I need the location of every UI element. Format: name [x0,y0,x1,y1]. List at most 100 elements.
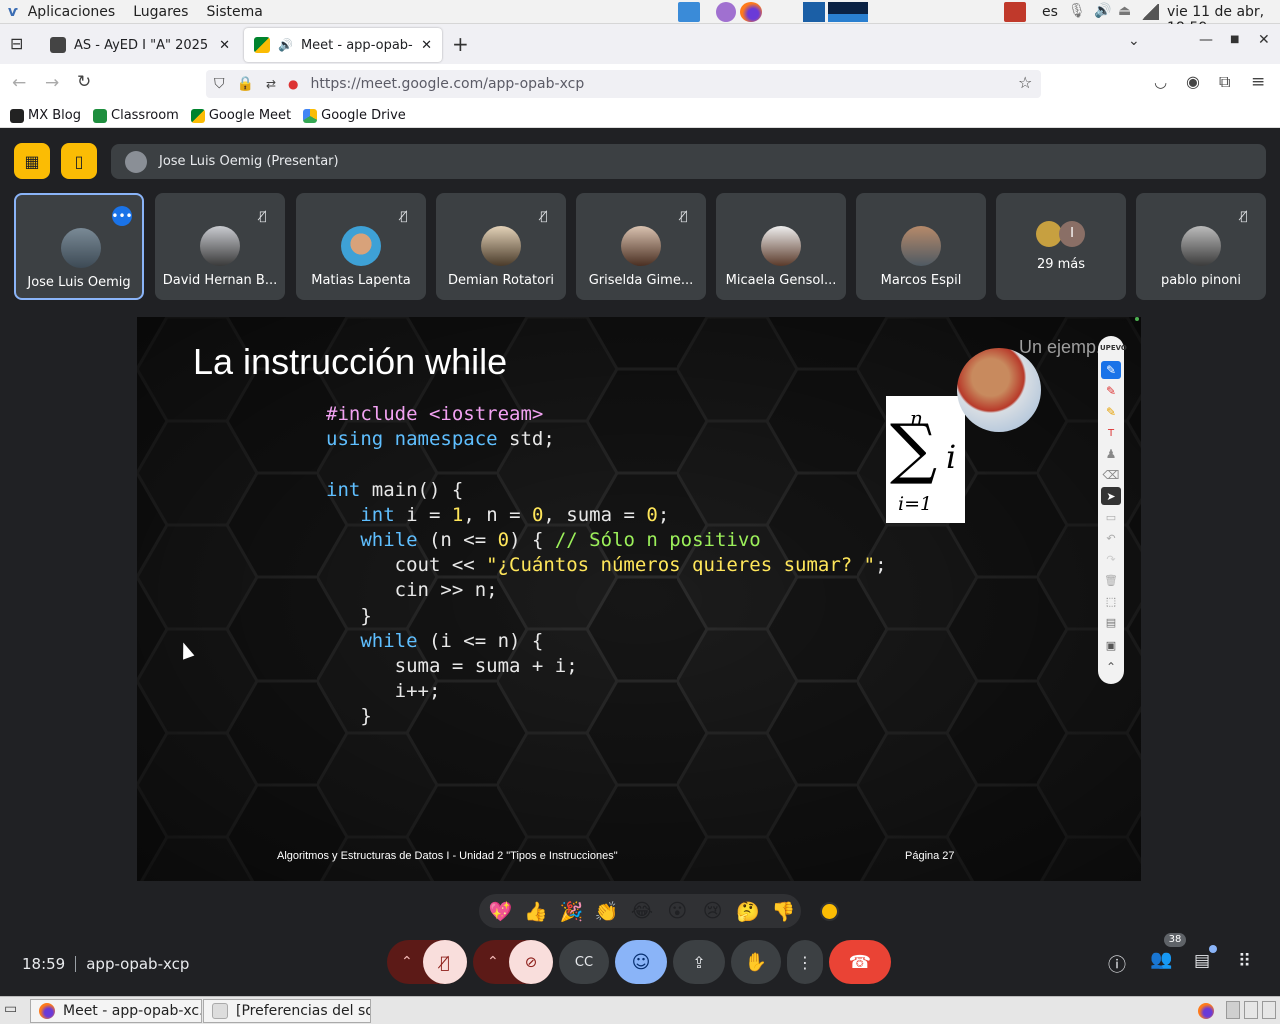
reaction-thumbs-down[interactable]: 👎 [766,900,801,923]
permissions-icon[interactable]: ⇄ [266,77,276,91]
workspace-1[interactable] [1226,1001,1240,1019]
bookmark-mx-blog[interactable]: MX Blog [10,108,81,123]
reaction-party-popper[interactable]: 🎉 [554,900,589,923]
participant-tile[interactable]: 🎙̸ Matias Lapenta [296,193,426,300]
microphone-permission-icon[interactable]: ● [288,77,298,91]
keyboard-layout[interactable]: es [1042,4,1058,20]
microphone-icon[interactable]: 🎙 [1068,3,1086,19]
tab-meet[interactable]: 🔊 Meet - app-opab-xcp ✕ [244,28,442,62]
menu-icon[interactable]: ≡ [1251,72,1265,92]
more-participants-tile[interactable]: I 29 más [996,193,1126,300]
app-launcher-icon[interactable] [716,2,736,22]
firefox-icon[interactable] [740,2,762,22]
window-close-icon[interactable]: ✕ [1258,32,1270,48]
text-icon[interactable]: T [1101,424,1121,442]
url-bar[interactable]: ⛉ 🔒 ⇄ ● https://meet.google.com/app-opab… [206,70,1041,98]
minimize-icon[interactable]: — [1199,32,1213,48]
account-icon[interactable]: ◉ [1186,72,1200,91]
participant-tile[interactable]: 🎙̸ pablo pinoni [1136,193,1266,300]
camera-icon[interactable]: ▣ [1101,636,1121,654]
bookmark-google-meet[interactable]: Google Meet [190,108,291,123]
leave-call-button[interactable]: ☎ [829,940,891,984]
reaction-surprised[interactable]: 😮 [660,900,695,922]
meeting-details-icon[interactable]: ⓘ [1108,951,1126,977]
screenshot-icon[interactable]: ⬚ [1101,592,1121,610]
skin-tone-button[interactable] [820,902,839,921]
reaction-laughing[interactable]: 😂 [624,900,659,922]
camera-off-button[interactable]: ⊘ [509,940,553,984]
bookmark-classroom[interactable]: Classroom [93,108,179,123]
more-options-icon[interactable]: ••• [111,206,133,226]
workspace-3[interactable] [1262,1001,1276,1019]
bookmark-star-icon[interactable]: ☆ [1018,73,1032,92]
undo-icon[interactable]: ↶ [1101,529,1121,547]
url-text[interactable]: https://meet.google.com/app-opab-xcp [310,76,584,92]
pen-icon[interactable]: ✎ [1101,361,1121,379]
bookmark-google-drive[interactable]: Google Drive [303,108,406,123]
menu-aplicaciones[interactable]: Aplicaciones [28,4,115,20]
camera-options-chevron-icon[interactable]: ⌃ [487,954,499,970]
update-notifier-icon[interactable] [1004,2,1026,22]
reactions-button[interactable]: ☺ [615,940,667,984]
taskbar-item-meet[interactable]: Meet - app-opab-xc... [30,999,202,1023]
weather-icon[interactable] [678,2,700,22]
firefox-workspace-icon[interactable] [1198,1003,1214,1019]
reaction-clapping[interactable]: 👏 [589,900,624,923]
collapse-icon[interactable]: ⌃ [1101,658,1121,676]
eraser-icon[interactable]: ⌫ [1101,466,1121,484]
maximize-icon[interactable]: ■ [1230,34,1239,45]
shield-icon[interactable]: ⛉ [214,76,225,92]
reaction-thinking[interactable]: 🤔 [730,900,765,923]
audio-playing-icon[interactable]: 🔊 [278,38,293,52]
raise-hand-button[interactable]: ✋ [731,940,781,984]
marker-red-icon[interactable]: ✎ [1101,382,1121,400]
participant-tile[interactable]: ••• Jose Luis Oemig [14,193,144,300]
highlighter-icon[interactable]: ✎ [1101,403,1121,421]
extensions-icon[interactable]: ⧉ [1219,72,1230,92]
tab-close-icon[interactable]: ✕ [421,38,432,53]
reaction-crying[interactable]: 😢 [695,900,730,922]
participant-tile[interactable]: Marcos Espil [856,193,986,300]
participant-tile[interactable]: 🎙̸ Demian Rotatori [436,193,566,300]
reload-icon[interactable]: ↻ [77,72,91,92]
delete-icon[interactable]: 🗑 [1101,571,1121,589]
reaction-sparkling-heart[interactable]: 💖 [483,900,518,923]
whiteboard-icon[interactable]: ▤ [1101,613,1121,631]
eject-icon[interactable]: ⏏ [1118,3,1131,19]
new-tab-icon[interactable]: + [452,32,469,56]
mic-options-chevron-icon[interactable]: ⌃ [401,954,413,970]
redo-icon[interactable]: ↷ [1101,550,1121,568]
leave-presentation-button[interactable]: ▯ [61,143,97,179]
taskbar-item-preferences[interactable]: [Preferencias del son... [203,999,371,1023]
menu-lugares[interactable]: Lugares [133,4,188,20]
more-options-button[interactable]: ⋮ [787,940,823,984]
network-icon[interactable] [1141,4,1159,20]
tab-classroom[interactable]: AS - AyED I "A" 2025 AS - ✕ [40,28,240,62]
show-desktop-icon[interactable]: ▭ [4,1001,17,1017]
forward-icon[interactable]: → [45,73,59,93]
volume-icon[interactable]: 🔊 [1094,3,1111,19]
lock-icon[interactable]: 🔒 [237,76,254,92]
toolbox-icon[interactable]: ▭ [1101,508,1121,526]
system-monitor-icon[interactable] [803,2,825,22]
menu-sistema[interactable]: Sistema [206,4,262,20]
hide-presentation-button[interactable]: ▦ [14,143,50,179]
workspace-2[interactable] [1244,1001,1258,1019]
participant-tile[interactable]: 🎙̸ Griselda Gime... [576,193,706,300]
mic-off-button[interactable]: 🎙̸ [423,940,467,984]
list-all-tabs-icon[interactable]: ⌄ [1128,33,1140,49]
pocket-icon[interactable]: ◡ [1154,73,1167,91]
chat-button[interactable]: ▤ [1194,945,1217,973]
participant-tile[interactable]: 🎙̸ David Hernan B... [155,193,285,300]
back-icon[interactable]: ← [12,73,26,93]
people-button[interactable]: 👥 38 [1150,933,1186,975]
participant-tile[interactable]: Micaela Gensol... [716,193,846,300]
captions-button[interactable]: CC [559,940,609,984]
tab-close-icon[interactable]: ✕ [219,38,230,53]
stamp-icon[interactable]: ♟ [1101,445,1121,463]
activities-grid-icon[interactable]: ⠿ [1238,951,1251,972]
mx-logo-icon[interactable]: ѵ [8,4,18,20]
reaction-thumbs-up[interactable]: 👍 [518,900,553,923]
tab-list-icon[interactable]: ⊟ [10,34,23,53]
pointer-icon[interactable]: ➤ [1101,487,1121,505]
